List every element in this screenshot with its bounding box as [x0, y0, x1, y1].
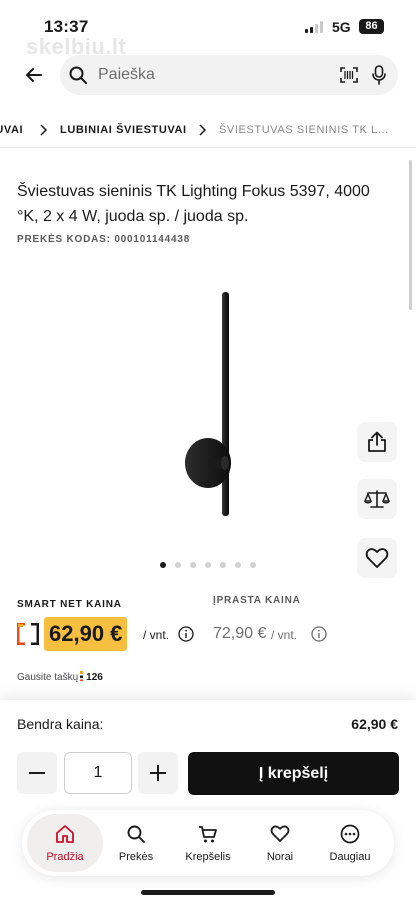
add-to-cart-button[interactable]: Į krepšelį	[188, 752, 399, 795]
chevron-right-icon	[40, 124, 48, 136]
heart-icon	[270, 825, 290, 842]
network-type: 5G	[332, 19, 351, 35]
signal-icon	[305, 21, 325, 33]
chevron-right-icon	[199, 124, 207, 136]
tab-more[interactable]: Daugiau	[312, 814, 388, 872]
minus-icon	[29, 772, 45, 774]
plus-icon	[150, 765, 166, 781]
tab-label: Norai	[266, 851, 294, 863]
product-image[interactable]	[150, 280, 270, 530]
tab-label: Krepšelis	[185, 851, 231, 863]
home-indicator[interactable]	[141, 890, 275, 895]
gallery-dot[interactable]	[235, 562, 241, 568]
gallery-dot[interactable]	[175, 562, 181, 568]
quantity-increase-button[interactable]	[138, 752, 178, 794]
breadcrumb-item[interactable]: TUVAI	[0, 124, 23, 136]
gallery-dot[interactable]	[250, 562, 256, 568]
total-value: 62,90 €	[351, 716, 398, 732]
gallery-dot[interactable]	[190, 562, 196, 568]
status-bar: skelbiu.lt 13:37 5G 86	[0, 0, 416, 59]
search-icon	[69, 66, 87, 84]
back-button[interactable]	[18, 58, 50, 92]
share-button[interactable]	[357, 422, 397, 462]
cart-icon	[199, 826, 217, 843]
barcode-scan-icon[interactable]	[340, 67, 358, 83]
loyalty-points: Gausite taškų 126	[17, 671, 103, 683]
more-icon	[340, 824, 360, 844]
gallery-dot[interactable]	[220, 562, 226, 568]
battery-icon: 86	[359, 19, 384, 34]
status-time: 13:37	[44, 17, 89, 36]
search-icon	[127, 825, 145, 843]
product-code: PREKĖS KODAS: 000101144438	[17, 234, 191, 245]
quantity-input[interactable]	[64, 752, 132, 794]
microphone-icon[interactable]	[371, 65, 387, 85]
compare-button[interactable]	[357, 479, 397, 519]
info-icon[interactable]	[311, 626, 327, 642]
tab-products[interactable]: Prekės	[98, 814, 174, 872]
points-logo-icon	[80, 671, 84, 681]
search-bar[interactable]	[60, 55, 398, 95]
cart-panel: Bendra kaina: 62,90 € Į krepšelį Pradžia…	[0, 700, 416, 900]
tab-wishlist[interactable]: Norai	[242, 814, 318, 872]
info-icon[interactable]	[178, 626, 194, 642]
home-icon	[56, 825, 74, 843]
arrow-left-icon	[26, 68, 42, 82]
quantity-decrease-button[interactable]	[17, 752, 57, 794]
share-icon	[368, 431, 386, 452]
scrollbar[interactable]	[409, 160, 412, 310]
scale-icon	[364, 490, 390, 508]
total-label: Bendra kaina:	[17, 716, 104, 732]
tab-home[interactable]: Pradžia	[27, 814, 103, 872]
wishlist-button[interactable]	[357, 538, 397, 578]
heart-icon	[365, 548, 389, 568]
breadcrumb-current: ŠVIESTUVAS SIENINIS TK L...	[219, 124, 389, 136]
tab-label: Daugiau	[329, 851, 371, 863]
breadcrumb: TUVAI LUBINIAI ŠVIESTUVAI ŠVIESTUVAS SIE…	[0, 112, 416, 148]
gallery-dot[interactable]	[160, 562, 166, 568]
points-value: 126	[86, 672, 103, 683]
tab-label: Pradžia	[46, 851, 84, 863]
gallery-dot[interactable]	[205, 562, 211, 568]
points-label: Gausite taškų	[17, 672, 79, 683]
smart-net-logo-icon	[17, 623, 39, 645]
tab-label: Prekės	[118, 851, 154, 863]
smart-price-unit: / vnt.	[143, 628, 170, 642]
regular-price-unit: / vnt.	[271, 628, 298, 642]
bottom-navigation: Pradžia Prekės Krepšelis Norai Daugiau	[22, 810, 394, 876]
regular-price-label: ĮPRASTA KAINA	[213, 595, 301, 606]
search-input[interactable]	[98, 63, 328, 87]
smart-price-label: SMART NET KAINA	[17, 599, 122, 610]
regular-price: 72,90 €	[213, 625, 267, 642]
product-title: Šviestuvas sieninis TK Lighting Fokus 53…	[17, 183, 370, 225]
breadcrumb-item[interactable]: LUBINIAI ŠVIESTUVAI	[60, 124, 187, 136]
smart-price: 62,90 €	[44, 617, 128, 651]
tab-cart[interactable]: Krepšelis	[170, 814, 246, 872]
